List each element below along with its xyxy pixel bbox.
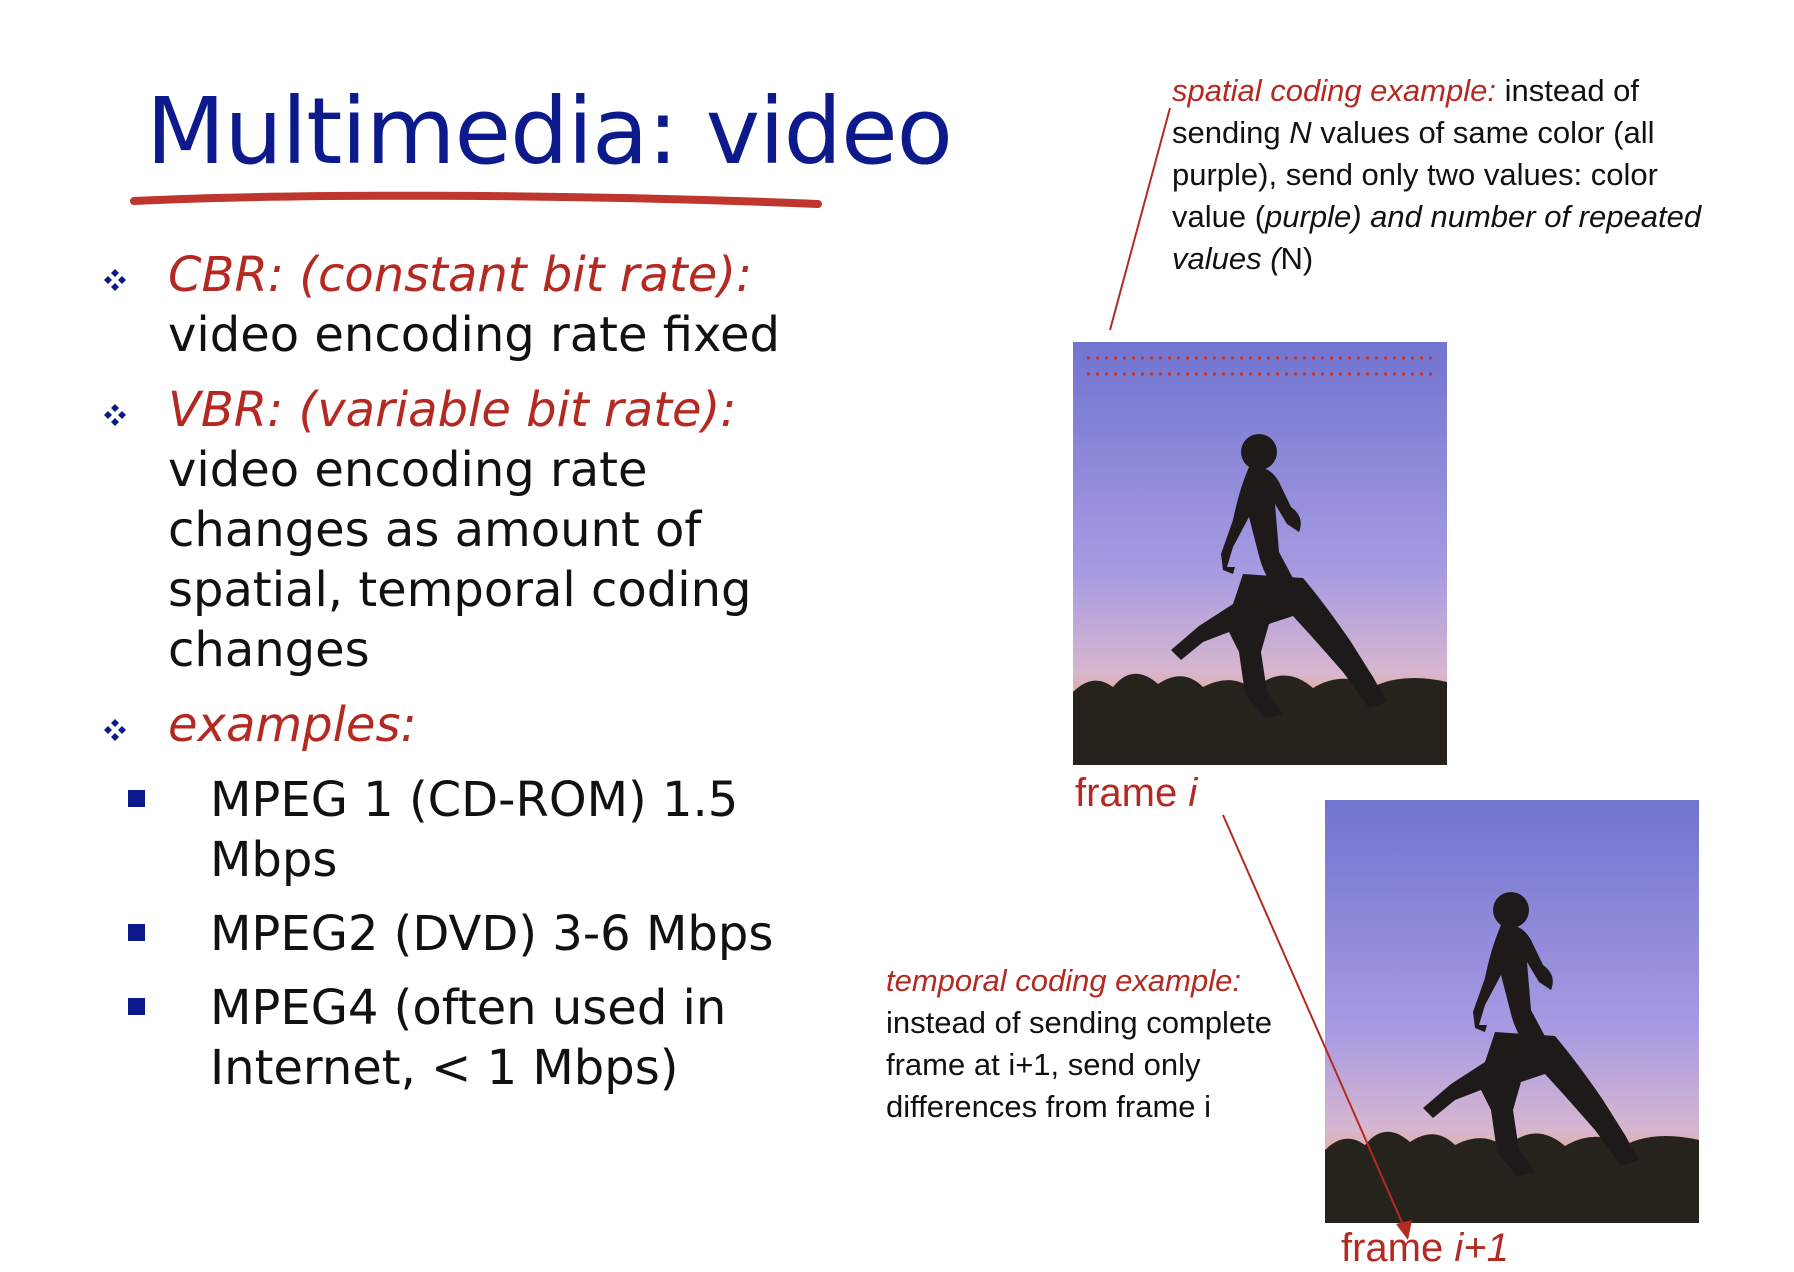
frame-i-plus-1-label: frame i+1: [1341, 1226, 1509, 1271]
example-list: MPEG 1 (CD-ROM) 1.5 Mbps MPEG2 (DVD) 3-6…: [32, 770, 860, 1098]
bullet-examples: examples:: [100, 695, 860, 755]
runner-silhouette-image: [1325, 800, 1699, 1223]
frame-label-var: i+1: [1454, 1226, 1509, 1270]
frame-i-label: frame i: [1075, 771, 1197, 816]
bullet-term: CBR: (constant bit rate):: [168, 247, 753, 303]
bullet-term: examples:: [168, 697, 417, 753]
bullet-text: video encoding rate changes as amount of…: [168, 442, 752, 678]
frame-label-prefix: frame: [1341, 1226, 1455, 1270]
title-underline: [130, 191, 822, 208]
note-var: N: [1289, 115, 1312, 150]
four-diamond-bullet-icon: [104, 269, 126, 291]
slide-title: Multimedia: video: [146, 78, 953, 185]
square-bullet-icon: [128, 924, 145, 941]
spatial-callout-line: [1109, 107, 1171, 331]
note-lead: spatial coding example:: [1172, 73, 1496, 108]
frame-label-prefix: frame: [1075, 771, 1189, 815]
frame-label-var: i: [1188, 771, 1198, 815]
runner-silhouette-image: [1073, 342, 1447, 765]
note-text: N): [1280, 241, 1314, 276]
bullet-vbr: VBR: (variable bit rate): video encoding…: [100, 380, 860, 680]
bullet-list: CBR: (constant bit rate): video encoding…: [100, 245, 860, 1112]
example-item: MPEG2 (DVD) 3-6 Mbps: [32, 904, 860, 964]
temporal-coding-note: temporal coding example: instead of send…: [886, 960, 1326, 1128]
note-lead: temporal coding example:: [886, 963, 1241, 998]
example-item: MPEG 1 (CD-ROM) 1.5 Mbps: [32, 770, 860, 890]
example-text: MPEG4 (often used in Internet, < 1 Mbps): [210, 980, 727, 1096]
example-item: MPEG4 (often used in Internet, < 1 Mbps): [32, 978, 860, 1098]
bullet-cbr: CBR: (constant bit rate): video encoding…: [100, 245, 860, 365]
note-text: instead of sending complete frame at i+1…: [886, 1005, 1273, 1124]
frame-i-plus-1-image: [1325, 800, 1699, 1223]
bullet-text: video encoding rate fixed: [168, 307, 780, 363]
example-text: MPEG2 (DVD) 3-6 Mbps: [210, 906, 774, 962]
square-bullet-icon: [128, 998, 145, 1015]
bullet-term: VBR: (variable bit rate):: [168, 382, 737, 438]
example-text: MPEG 1 (CD-ROM) 1.5 Mbps: [210, 772, 739, 888]
four-diamond-bullet-icon: [104, 719, 126, 741]
four-diamond-bullet-icon: [104, 404, 126, 426]
frame-i-image: [1073, 342, 1447, 765]
square-bullet-icon: [128, 790, 145, 807]
spatial-coding-note: spatial coding example: instead of sendi…: [1172, 70, 1732, 280]
